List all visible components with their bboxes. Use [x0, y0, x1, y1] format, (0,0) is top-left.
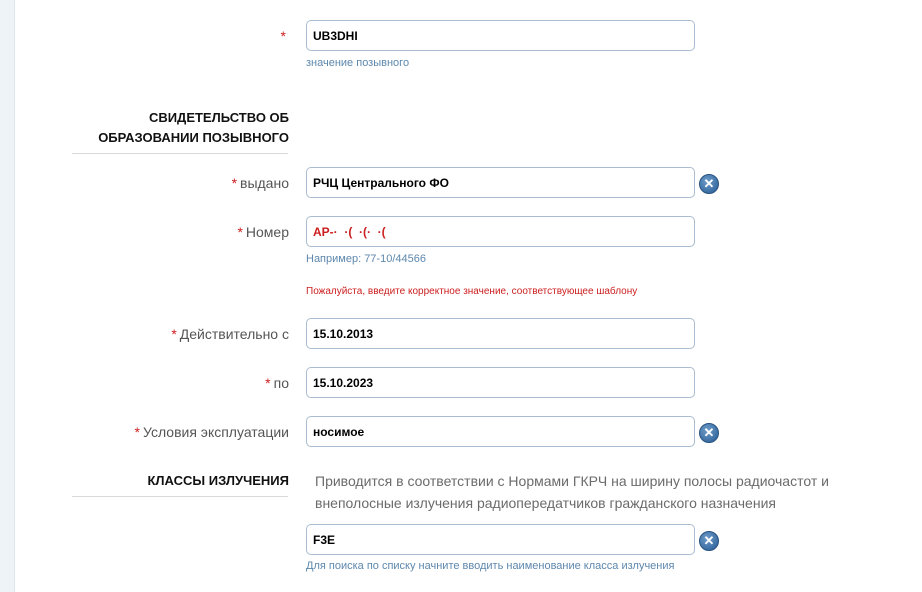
certificate-title-line1: СВИДЕТЕЛЬСТВО ОБ — [148, 110, 289, 125]
callsign-input[interactable] — [306, 20, 695, 51]
valid-to-label: * по — [265, 375, 289, 391]
clear-operating-conditions-button[interactable]: ✕ — [699, 423, 719, 443]
close-icon: ✕ — [703, 176, 715, 191]
required-mark: * — [280, 28, 286, 44]
clear-emission-class-button[interactable]: ✕ — [699, 531, 719, 551]
number-error-message: Пожалуйста, введите корректное значение,… — [306, 286, 638, 297]
emission-classes-note: Приводится в соответствии с Нормами ГКРЧ… — [315, 473, 829, 511]
required-mark: * — [171, 326, 177, 342]
section-divider — [72, 153, 288, 154]
callsign-label: * — [281, 28, 289, 44]
valid-from-label-text: Действительно с — [179, 326, 289, 342]
certificate-section-title: СВИДЕТЕЛЬСТВО ОБ ОБРАЗОВАНИИ ПОЗЫВНОГО — [98, 108, 289, 148]
number-label-text: Номер — [245, 224, 289, 240]
number-hint: Например: 77-10/44566 — [306, 253, 426, 265]
issued-by-label: * выдано — [232, 175, 289, 191]
operating-conditions-label-text: Условия эксплуатации — [143, 424, 289, 440]
close-icon: ✕ — [703, 533, 715, 548]
required-mark: * — [231, 175, 238, 191]
close-icon: ✕ — [703, 425, 715, 440]
issued-by-input[interactable] — [306, 167, 695, 198]
issued-by-label-text: выдано — [240, 175, 289, 191]
valid-from-label: * Действительно с — [171, 326, 289, 342]
section-divider — [72, 496, 288, 497]
required-mark: * — [237, 224, 243, 240]
required-mark: * — [134, 424, 140, 440]
clear-issued-by-button[interactable]: ✕ — [699, 174, 719, 194]
emission-class-input[interactable] — [306, 524, 695, 555]
emission-class-hint: Для поиска по списку начните вводить наи… — [306, 560, 675, 572]
operating-conditions-label: * Условия эксплуатации — [135, 424, 289, 440]
operating-conditions-input[interactable] — [306, 416, 695, 447]
required-mark: * — [265, 375, 271, 391]
valid-to-label-text: по — [273, 375, 289, 391]
left-rail — [0, 0, 15, 592]
valid-from-input[interactable] — [306, 318, 695, 349]
emission-classes-title: КЛАССЫ ИЗЛУЧЕНИЯ — [147, 473, 290, 488]
valid-to-input[interactable] — [306, 367, 695, 398]
callsign-hint: значение позывного — [306, 57, 410, 69]
number-input[interactable] — [306, 216, 695, 247]
number-label: * Номер — [237, 224, 289, 240]
certificate-title-line2: ОБРАЗОВАНИИ ПОЗЫВНОГО — [98, 130, 289, 145]
